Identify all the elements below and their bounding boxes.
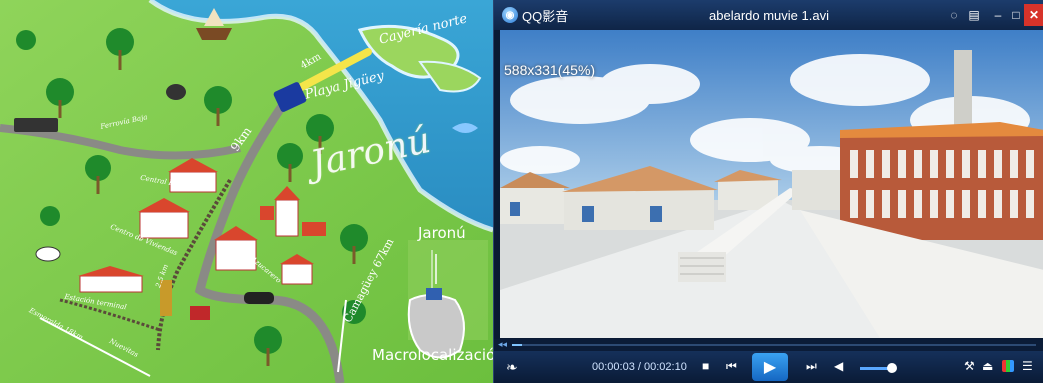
qq-player-logo-icon[interactable]: ◉	[502, 7, 518, 23]
settings-icon[interactable]: ▤	[966, 7, 982, 23]
time-total: 00:02:10	[644, 361, 687, 373]
time-current: 00:00:03	[592, 361, 635, 373]
map-inset-caption: Macrolocalización	[372, 346, 493, 364]
chat-bubble-icon[interactable]: ◌	[946, 7, 962, 23]
video-resolution-overlay: 588x331(45%)	[504, 62, 596, 78]
play-icon[interactable]: ▶	[752, 353, 788, 381]
color-adjust-icon[interactable]	[1002, 360, 1014, 372]
playlist-icon[interactable]: ☰	[1022, 359, 1033, 373]
app-name: QQ影音	[522, 8, 569, 24]
eject-icon[interactable]: ⏏	[982, 359, 993, 373]
map-artwork	[0, 0, 493, 383]
maximize-icon[interactable]: □	[1008, 7, 1024, 23]
stop-icon[interactable]: ■	[702, 359, 709, 373]
seek-back-icon[interactable]: ◂◂	[498, 339, 507, 350]
video-player-window: ◉ QQ影音 abelardo muvie 1.avi ◌ ▤ – □ ✕ 58…	[493, 0, 1043, 383]
previous-icon[interactable]: ⏮	[726, 359, 737, 374]
volume-icon[interactable]: ◀	[834, 359, 843, 373]
close-icon[interactable]: ✕	[1024, 4, 1043, 26]
seek-progress	[512, 344, 523, 346]
time-display: 00:00:03 / 00:02:10	[592, 361, 687, 373]
video-frame[interactable]: 588x331(45%)	[500, 30, 1043, 338]
volume-slider-knob[interactable]	[887, 363, 897, 373]
tools-icon[interactable]: ⚒	[964, 359, 975, 373]
minimize-icon[interactable]: –	[990, 7, 1006, 23]
next-icon[interactable]: ⏭	[806, 359, 817, 374]
footprint-icon[interactable]: ❧	[506, 359, 518, 376]
map-inset-town: Jaronú	[418, 224, 466, 242]
title-bar[interactable]: ◉ QQ影音 abelardo muvie 1.avi ◌ ▤ – □ ✕	[494, 0, 1043, 30]
time-separator: /	[634, 361, 644, 373]
illustrated-map: Jaronú Cayería norte Playa Jigüey 9km 4k…	[0, 0, 493, 383]
seek-track[interactable]	[512, 344, 1036, 346]
seek-bar[interactable]: ◂◂	[494, 339, 1043, 351]
control-bar: ❧ 00:00:03 / 00:02:10 ■ ⏮ ▶ ⏭ ◀ ⚒ ⏏ ☰	[494, 351, 1043, 383]
